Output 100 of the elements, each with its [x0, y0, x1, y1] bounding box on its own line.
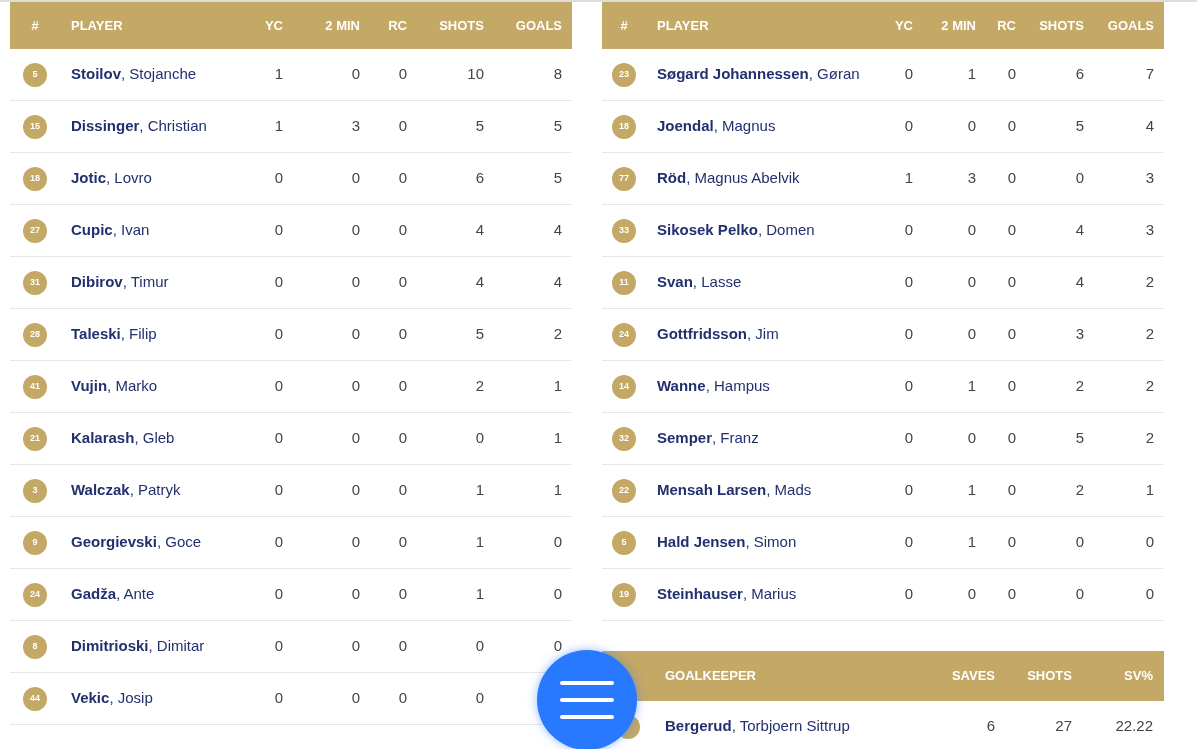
column-header: GOALS: [1107, 16, 1154, 35]
stat-cell-text: 27: [1055, 716, 1072, 737]
stat-cell-text: 0: [904, 480, 913, 501]
stat-cell-text: 0: [904, 220, 913, 241]
stat-cell-text: 0: [274, 272, 283, 293]
stat-cell-text: 0: [351, 220, 360, 241]
menu-icon: [560, 681, 614, 719]
player-name: Søgard Johannessen, Gøran: [657, 65, 860, 83]
column-header: SHOTS: [1039, 16, 1084, 35]
stat-cell-text: 0: [904, 532, 913, 553]
stat-cell-text: 2: [1075, 376, 1084, 397]
stat-cell-text: 6: [475, 168, 484, 189]
player-name: Bergerud, Torbjoern Sittrup: [665, 717, 850, 735]
stat-cell-text: 0: [1007, 532, 1016, 553]
stat-cell-text: 5: [475, 116, 484, 137]
stat-cell-text: 5: [1075, 428, 1084, 449]
stat-cell-text: 1: [967, 532, 976, 553]
stat-cell-text: 4: [553, 272, 562, 293]
jersey-number-badge: 41: [23, 374, 47, 399]
stat-cell-text: 1: [475, 584, 484, 605]
jersey-number-badge: 44: [23, 686, 47, 711]
column-header: #: [31, 16, 39, 35]
player-name: Joendal, Magnus: [657, 117, 776, 135]
stat-cell-text: 4: [553, 220, 562, 241]
stat-cell-text: 0: [967, 272, 976, 293]
stat-cell-text: 3: [1075, 324, 1084, 345]
stat-cell-text: 0: [398, 532, 407, 553]
stat-cell-text: 0: [553, 532, 562, 553]
jersey-number-badge: 14: [612, 374, 636, 399]
stat-cell-text: 0: [967, 116, 976, 137]
stat-cell-text: 10: [467, 64, 484, 85]
stat-cell-text: 0: [274, 428, 283, 449]
column-header: SV%: [1124, 667, 1153, 686]
stat-cell-text: 0: [967, 324, 976, 345]
jersey-number-badge: 9: [23, 530, 47, 555]
stat-cell-text: 0: [351, 636, 360, 657]
stat-cell-text: 4: [1075, 220, 1084, 241]
stat-cell-text: 0: [904, 272, 913, 293]
stat-cell-text: 0: [351, 272, 360, 293]
player-name: Hald Jensen, Simon: [657, 533, 797, 551]
column-header: GOALKEEPER: [665, 668, 756, 684]
stat-cell-text: 0: [904, 428, 913, 449]
stat-cell-text: 0: [274, 168, 283, 189]
stat-cell-text: 1: [967, 64, 976, 85]
stat-cell-text: 0: [1007, 272, 1016, 293]
stat-cell-text: 3: [1145, 168, 1154, 189]
stat-cell-text: 1: [553, 428, 562, 449]
stat-cell-text: 0: [351, 64, 360, 85]
stat-cell-text: 0: [1007, 376, 1016, 397]
stat-cell-text: 0: [553, 636, 562, 657]
stat-cell-text: 1: [475, 480, 484, 501]
stat-cell-text: 0: [967, 220, 976, 241]
stat-cell-text: 0: [274, 532, 283, 553]
player-name: Svan, Lasse: [657, 273, 742, 291]
stat-cell-text: 0: [1007, 168, 1016, 189]
stat-cell-text: 5: [553, 168, 562, 189]
stat-cell-text: 2: [1145, 428, 1154, 449]
stat-cell-text: 0: [351, 376, 360, 397]
stat-cell-text: 1: [274, 116, 283, 137]
stat-cell-text: 0: [274, 220, 283, 241]
player-name: Walczak, Patryk: [71, 481, 181, 499]
stat-cell-text: 7: [1145, 64, 1154, 85]
stat-cell-text: 0: [1007, 584, 1016, 605]
stat-cell-text: 0: [351, 480, 360, 501]
stat-cell-text: 2: [1145, 272, 1154, 293]
stat-cell-text: 2: [1075, 480, 1084, 501]
column-header: 2 MIN: [941, 16, 976, 35]
column-header: RC: [997, 16, 1016, 35]
stat-cell-text: 0: [398, 428, 407, 449]
menu-button[interactable]: [537, 650, 637, 749]
jersey-number-badge: 5: [23, 62, 47, 87]
player-name: Taleski, Filip: [71, 325, 157, 343]
stat-cell-text: 0: [475, 636, 484, 657]
player-name: Wanne, Hampus: [657, 377, 770, 395]
stat-cell-text: 0: [398, 584, 407, 605]
stat-cell-text: 5: [475, 324, 484, 345]
column-header: SHOTS: [439, 16, 484, 35]
stat-cell-text: 0: [1145, 532, 1154, 553]
stat-cell-text: 0: [475, 688, 484, 709]
stat-cell-text: 6: [986, 716, 995, 737]
stat-cell-text: 0: [967, 584, 976, 605]
stat-cell-text: 1: [967, 480, 976, 501]
stat-cell-text: 4: [475, 272, 484, 293]
player-name: Gadža, Ante: [71, 585, 155, 603]
stat-cell-text: 1: [904, 168, 913, 189]
jersey-number-badge: 18: [612, 114, 636, 139]
stat-cell-text: 0: [967, 428, 976, 449]
player-name: Dibirov, Timur: [71, 273, 169, 291]
player-name: Steinhauser, Marius: [657, 585, 797, 603]
jersey-number-badge: 28: [23, 322, 47, 347]
stat-cell-text: 0: [351, 584, 360, 605]
stat-cell-text: 0: [274, 636, 283, 657]
jersey-number-badge: 5: [612, 530, 636, 555]
jersey-number-badge: 24: [23, 582, 47, 607]
jersey-number-badge: 23: [612, 62, 636, 87]
stat-cell-text: 0: [274, 688, 283, 709]
stat-cell-text: 2: [475, 376, 484, 397]
stat-cell-text: 0: [1075, 584, 1084, 605]
jersey-number-badge: 27: [23, 218, 47, 243]
jersey-number-badge: 18: [23, 166, 47, 191]
